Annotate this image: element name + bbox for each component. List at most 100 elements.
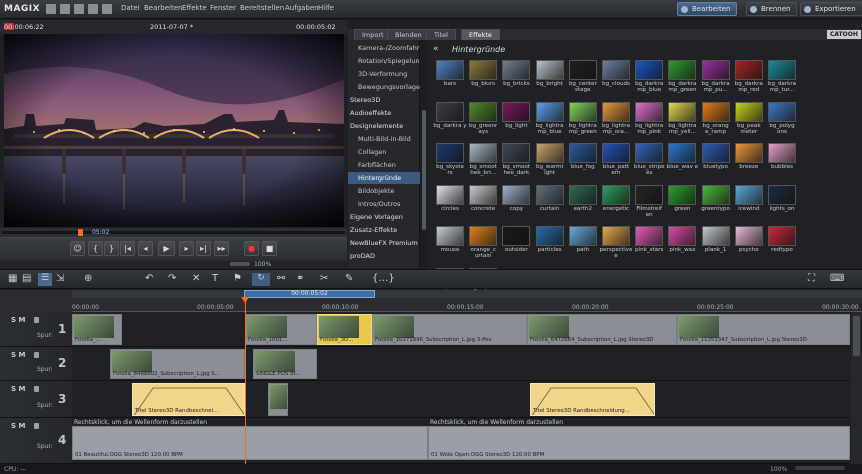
settings-icon[interactable] (88, 4, 98, 14)
background-thumbnail[interactable] (635, 184, 664, 205)
menu-bereitstellen[interactable]: Bereitstellen (240, 4, 284, 12)
timeline-clip[interactable]: Fotolia_3D... (317, 314, 372, 345)
category-item[interactable]: NewBlueFX Premium (348, 237, 420, 249)
background-thumbnail[interactable] (668, 184, 697, 205)
mark-out-button[interactable]: } (104, 241, 119, 256)
rewind-button[interactable]: ◂ (138, 241, 153, 256)
timeline-clip[interactable]: Fotolia_11351347_Subscription_L.jpg Ster… (677, 314, 850, 345)
background-thumbnail[interactable] (502, 226, 531, 246)
background-thumbnail[interactable] (436, 143, 464, 163)
redo-icon[interactable]: ↷ (168, 273, 176, 284)
background-thumbnail[interactable] (668, 143, 697, 163)
next-marker-button[interactable]: ▸| (196, 241, 211, 256)
razor-icon[interactable]: ✂ (320, 273, 328, 284)
background-thumbnail[interactable] (535, 101, 564, 122)
solo-mute-buttons[interactable]: S M (11, 316, 25, 324)
background-thumbnail[interactable] (668, 101, 697, 122)
zoom-slider[interactable] (230, 262, 250, 266)
timeline-vertical-scrollbar[interactable] (851, 312, 862, 464)
video-preview[interactable] (4, 34, 344, 227)
category-item[interactable]: Farbflächen (348, 159, 420, 171)
background-thumbnail[interactable] (734, 101, 763, 122)
timeline-clip[interactable]: Fotolia_8488602_Subscription_L.jpg S... (110, 349, 245, 379)
background-thumbnail[interactable] (734, 184, 763, 205)
background-thumbnail[interactable] (602, 143, 630, 163)
background-thumbnail[interactable] (768, 143, 796, 163)
category-item[interactable]: Bildobjekte (348, 185, 420, 197)
timeline-clip[interactable]: Titel Stereo3D Randbeschneidung... (530, 383, 655, 416)
link-icon[interactable]: ⚯ (277, 273, 285, 284)
mode-brennen-button[interactable]: Brennen (746, 2, 798, 16)
catooh-logo[interactable]: CATOOH (827, 30, 861, 39)
category-item[interactable]: Rotation/Spiegelung (348, 55, 420, 67)
storyboard-view-icon[interactable]: ▤ (22, 273, 31, 284)
menu-datei[interactable]: Datei (121, 4, 140, 12)
background-thumbnail[interactable] (635, 226, 664, 246)
lock-icon[interactable] (34, 386, 39, 392)
save-icon[interactable] (74, 4, 84, 14)
background-thumbnail[interactable] (734, 226, 763, 246)
timeline-clip[interactable]: Fotolia_... (72, 314, 122, 345)
background-thumbnail[interactable] (701, 184, 730, 205)
marker-icon[interactable]: ⚑ (233, 273, 242, 284)
timeline-clip[interactable]: Fotolia_6472664_Subscription_L.jpg Stere… (527, 314, 677, 345)
background-thumbnail[interactable] (768, 60, 796, 80)
effect-brush-icon[interactable]: ✎ (345, 273, 353, 284)
menu-fenster[interactable]: Fenster (210, 4, 236, 12)
preview-scrubber[interactable]: 05:02 (0, 228, 347, 237)
lock-icon[interactable] (34, 423, 39, 429)
background-thumbnail[interactable] (502, 101, 531, 122)
grid-view-icon[interactable]: ▦ (8, 273, 17, 284)
category-item[interactable]: Multi-Bild-in-Bild (348, 133, 420, 145)
category-item[interactable]: proDAD (348, 250, 420, 262)
background-thumbnail[interactable] (768, 101, 796, 122)
menu-effekte[interactable]: Effekte (182, 4, 207, 12)
background-thumbnail[interactable] (535, 226, 564, 246)
background-thumbnail[interactable] (535, 184, 564, 205)
background-thumbnail[interactable] (535, 60, 564, 80)
menu-hilfe[interactable]: Hilfe (318, 4, 334, 12)
play-button[interactable]: ▶ (158, 241, 175, 256)
background-thumbnail[interactable] (602, 226, 630, 246)
play-range[interactable]: 00:00:05:02 (244, 290, 375, 298)
open-folder-icon[interactable] (60, 4, 70, 14)
category-item[interactable]: Eigene Vorlagen (348, 211, 420, 223)
background-thumbnail[interactable] (436, 60, 464, 80)
range-strip[interactable] (72, 290, 862, 298)
timeline-clip[interactable]: SINGLE POS St... (253, 349, 317, 379)
category-item[interactable]: 3D-Verformung (348, 68, 420, 80)
mixer-button[interactable]: ☺ (70, 241, 85, 256)
timeline-zoom-slider[interactable] (795, 466, 845, 470)
category-item[interactable]: Zusatz-Effekte (348, 224, 420, 236)
background-thumbnail[interactable] (502, 184, 531, 205)
stop-button[interactable]: ■ (262, 241, 277, 256)
undo-icon[interactable]: ↶ (145, 273, 153, 284)
background-thumbnail[interactable] (469, 184, 498, 205)
loop-icon[interactable]: ↻ (252, 273, 270, 286)
solo-mute-buttons[interactable]: S M (11, 385, 25, 393)
lock-icon[interactable] (34, 352, 39, 358)
background-thumbnail[interactable] (701, 226, 730, 246)
background-thumbnail[interactable] (701, 101, 730, 122)
category-item[interactable]: Bewegungsvorlagen (348, 81, 420, 93)
end-button[interactable]: ▸▸ (214, 241, 229, 256)
background-thumbnail[interactable] (668, 226, 697, 246)
mode-exportieren-button[interactable]: Exportieren (800, 2, 862, 16)
background-thumbnail[interactable] (668, 60, 697, 80)
solo-mute-buttons[interactable]: S M (11, 351, 25, 359)
background-thumbnail[interactable] (602, 60, 630, 80)
category-item[interactable]: Stereo3D (348, 94, 420, 106)
snap-icon[interactable]: {…} (372, 273, 395, 284)
help-icon[interactable] (102, 4, 112, 14)
background-thumbnail[interactable] (734, 143, 763, 163)
timeline-clip[interactable]: 01 Beautiful.OGG Stereo3D 120.00 BPM (72, 426, 428, 460)
background-thumbnail[interactable] (568, 101, 597, 122)
background-thumbnail[interactable] (502, 143, 531, 163)
category-item[interactable]: Collagen (348, 146, 420, 158)
scene-view-icon[interactable]: ⇲ (56, 273, 64, 284)
scrub-handle[interactable] (78, 229, 83, 236)
back-button[interactable]: « (433, 44, 439, 54)
background-thumbnail[interactable] (734, 60, 763, 80)
category-item[interactable]: Designelemente (348, 120, 420, 132)
timeline-clip[interactable]: Fotolia_1001... (245, 314, 317, 345)
